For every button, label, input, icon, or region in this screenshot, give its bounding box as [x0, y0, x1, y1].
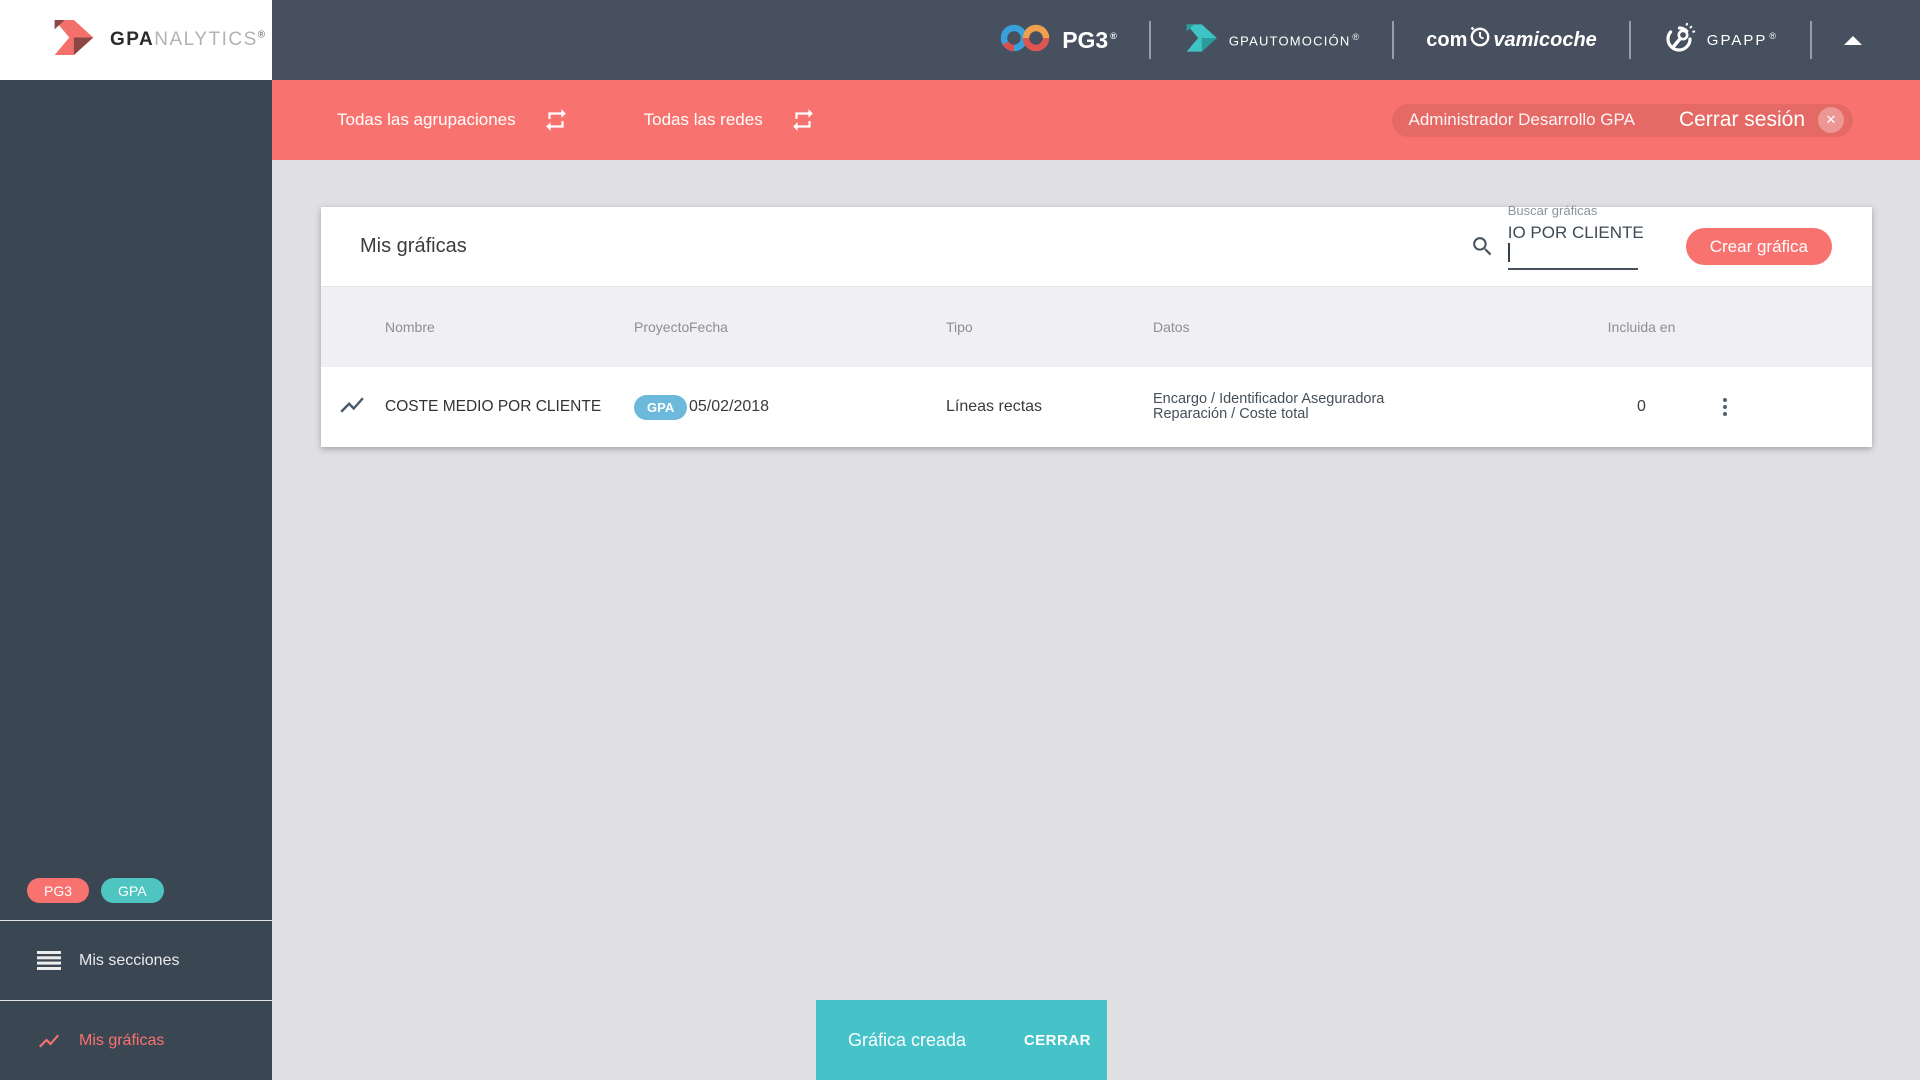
filter-agrupaciones-label: Todas las agrupaciones	[337, 110, 516, 129]
column-header-datos: Datos	[1153, 319, 1190, 335]
header-divider	[1628, 21, 1631, 59]
session-pill: Administrador Desarrollo GPA Cerrar sesi…	[1391, 103, 1853, 137]
menu-icon	[35, 951, 63, 970]
pg3-logo[interactable]: PG3 ®	[1000, 22, 1117, 59]
row-name: COSTE MEDIO POR CLIENTE	[385, 398, 602, 415]
table-row[interactable]: COSTE MEDIO POR CLIENTE GPA 05/02/2018 L…	[321, 367, 1872, 447]
comprovamicoche-text-left: com	[1426, 28, 1468, 51]
row-included-in: 0	[1637, 398, 1646, 415]
close-session-icon[interactable]: ✕	[1818, 107, 1844, 133]
snackbar: Gráfica creada CERRAR	[816, 1000, 1107, 1080]
row-type: Líneas rectas	[946, 398, 1043, 415]
sidebar-item-mis-graficas[interactable]: Mis gráficas	[0, 1000, 272, 1080]
column-header-proyecto: Proyecto	[634, 319, 690, 335]
column-header-incluida-en: Incluida en	[1607, 319, 1676, 335]
comprovamicoche-text-right: vamicoche	[1493, 28, 1597, 51]
comprovamicoche-logo[interactable]: com vamicoche	[1426, 26, 1597, 54]
search-input-value: IO POR CLIENTE	[1507, 223, 1644, 242]
column-header-nombre: Nombre	[385, 319, 435, 335]
app-logo[interactable]: GPANALYTICS®	[0, 0, 272, 80]
sidebar-item-label: Mis secciones	[79, 951, 180, 969]
text-caret	[1507, 243, 1510, 262]
filter-bar: Todas las agrupaciones Todas las redes A…	[272, 80, 1920, 160]
card-header: Mis gráficas Buscar gráficas IO POR CLIE…	[321, 203, 1872, 286]
filter-redes[interactable]: Todas las redes	[644, 107, 816, 133]
gpanalytics-arrow-icon	[50, 17, 96, 63]
row-date: 05/02/2018	[689, 398, 770, 415]
gpa-badge[interactable]: GPA	[101, 878, 164, 903]
logout-button[interactable]: Cerrar sesión	[1679, 108, 1805, 132]
snackbar-close-button[interactable]: CERRAR	[1024, 1032, 1091, 1049]
swap-icon[interactable]	[790, 107, 816, 133]
sidebar-item-label: Mis gráficas	[79, 1031, 165, 1049]
create-chart-button[interactable]: Crear gráfica	[1685, 228, 1832, 265]
pg3-logo-text: PG3 ®	[1062, 26, 1117, 53]
collapse-header-icon[interactable]	[1844, 35, 1862, 45]
pg3-badge[interactable]: PG3	[27, 878, 90, 903]
row-actions-cell	[1700, 398, 1750, 416]
header-divider	[1392, 21, 1395, 59]
line-chart-icon	[338, 391, 366, 424]
sidebar-badges: PG3 GPA	[27, 878, 164, 903]
gpapp-logo[interactable]: GPAPP ®	[1663, 21, 1778, 60]
snackbar-message: Gráfica creada	[848, 1029, 967, 1050]
gpapp-logo-text: GPAPP ®	[1706, 31, 1778, 49]
line-chart-icon	[35, 1029, 63, 1053]
gpautomocion-arrow-icon	[1183, 22, 1219, 59]
app-logo-text: GPANALYTICS®	[110, 29, 267, 50]
row-icon-cell	[321, 391, 385, 424]
clock-icon	[1469, 26, 1491, 54]
gpautomocion-logo-text: GPAUTOMOCIÓN ®	[1228, 31, 1361, 49]
pg3-infinity-icon	[1000, 22, 1050, 59]
table-header: Nombre Proyecto Fecha Tipo Datos Incluid…	[321, 286, 1872, 367]
search-input-label: Buscar gráficas	[1507, 203, 1598, 218]
row-project-cell: GPA	[634, 394, 689, 420]
swap-icon[interactable]	[543, 107, 569, 133]
sidebar-item-mis-secciones[interactable]: Mis secciones	[0, 920, 272, 1000]
gpapp-wrench-icon	[1663, 21, 1697, 60]
header-divider	[1148, 21, 1151, 59]
top-header: PG3 ® GPAUTOMOCIÓN ® com vamicoche GPAPP…	[272, 0, 1920, 80]
user-name: Administrador Desarrollo GPA	[1408, 110, 1635, 129]
search-input[interactable]: Buscar gráficas IO POR CLIENTE	[1507, 203, 1644, 270]
mis-graficas-card: Mis gráficas Buscar gráficas IO POR CLIE…	[321, 203, 1872, 447]
sidebar: GPANALYTICS® PG3 GPA Mis secciones Mis g…	[0, 0, 272, 1080]
page-title: Mis gráficas	[360, 235, 467, 257]
row-data-cell: Encargo / Identificador Aseguradora Repa…	[1153, 392, 1583, 422]
filter-redes-label: Todas las redes	[643, 110, 763, 129]
project-badge: GPA	[634, 394, 688, 420]
search-area: Buscar gráficas IO POR CLIENTE Crear grá…	[1470, 203, 1832, 270]
column-header-fecha: Fecha	[689, 319, 728, 335]
column-header-tipo: Tipo	[946, 319, 973, 335]
kebab-menu-icon[interactable]	[1723, 398, 1727, 416]
search-icon[interactable]	[1470, 234, 1495, 259]
gpautomocion-logo[interactable]: GPAUTOMOCIÓN ®	[1183, 22, 1360, 59]
filter-agrupaciones[interactable]: Todas las agrupaciones	[337, 107, 569, 133]
header-divider	[1810, 21, 1812, 59]
row-data-line2: Reparación / Coste total	[1153, 406, 1309, 422]
row-data-line1: Encargo / Identificador Aseguradora	[1153, 391, 1385, 407]
